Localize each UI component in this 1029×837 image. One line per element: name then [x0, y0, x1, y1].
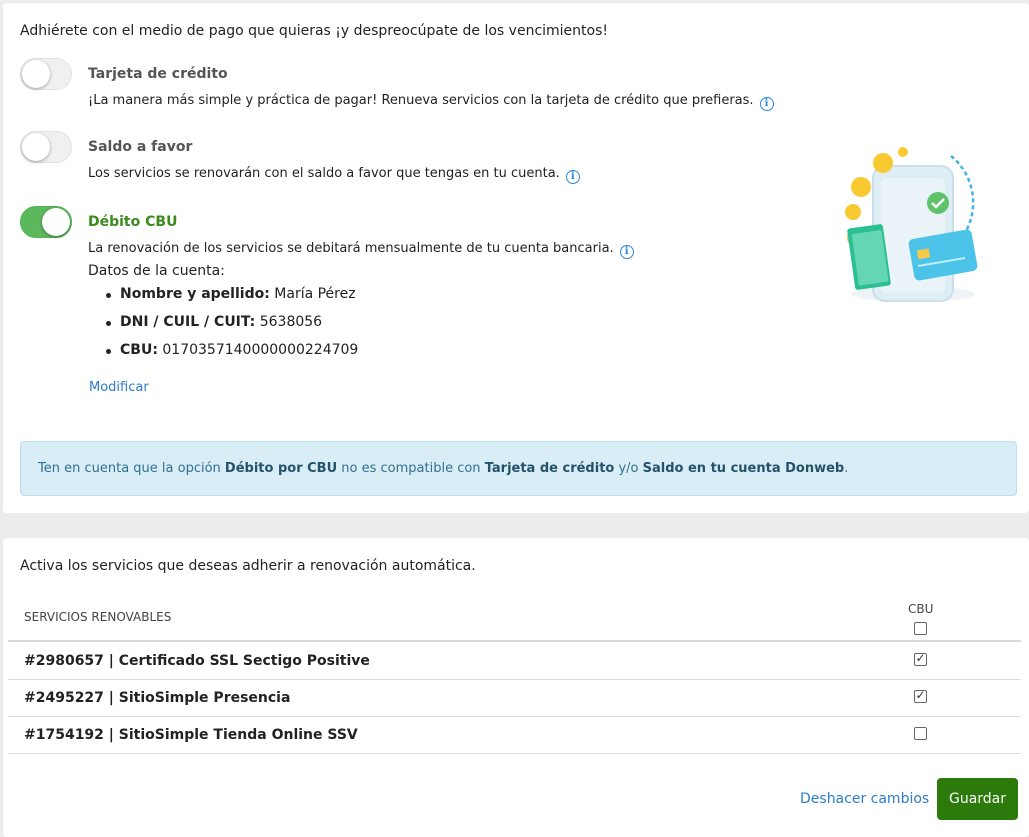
- account-field-dni: DNI / CUIL / CUIT: 5638056: [106, 314, 358, 342]
- service-cbu-checkbox[interactable]: [914, 727, 927, 740]
- service-cbu-checkbox[interactable]: [914, 688, 927, 703]
- payment-methods-card: Adhiérete con el medio de pago que quier…: [3, 3, 1029, 513]
- row-divider: [8, 716, 1021, 717]
- info-icon[interactable]: i: [619, 245, 634, 259]
- cbu-title: Débito CBU: [88, 214, 178, 230]
- service-row-name: #1754192 | SitioSimple Tienda Online SSV: [24, 727, 358, 743]
- row-divider: [8, 753, 1021, 754]
- service-row-name: #2495227 | SitioSimple Presencia: [24, 690, 291, 706]
- cbu-toggle[interactable]: [20, 206, 72, 238]
- credit-card-desc: ¡La manera más simple y práctica de paga…: [88, 93, 774, 111]
- balance-toggle[interactable]: [20, 131, 72, 163]
- service-cbu-checkbox[interactable]: [914, 651, 927, 666]
- save-button[interactable]: Guardar: [937, 778, 1018, 820]
- payment-intro: Adhiérete con el medio de pago que quier…: [20, 23, 608, 39]
- services-card: Activa los servicios que deseas adherir …: [3, 538, 1029, 837]
- services-column-header: SERVICIOS RENOVABLES: [24, 610, 172, 624]
- cbu-desc: La renovación de los servicios se debita…: [88, 241, 634, 259]
- compatibility-notice: Ten en cuenta que la opción Débito por C…: [20, 441, 1017, 496]
- account-fields: Nombre y apellido: María Pérez DNI / CUI…: [106, 286, 358, 370]
- credit-card-toggle[interactable]: [20, 58, 72, 90]
- services-title: Activa los servicios que deseas adherir …: [20, 558, 476, 574]
- cbu-column-header: CBU: [908, 602, 934, 616]
- account-field-cbu: CBU: 0170357140000000224709: [106, 342, 358, 370]
- modify-link[interactable]: Modificar: [89, 380, 149, 395]
- balance-desc: Los servicios se renovarán con el saldo …: [88, 166, 580, 184]
- row-divider: [8, 679, 1021, 680]
- service-row-name: #2980657 | Certificado SSL Sectigo Posit…: [24, 653, 370, 669]
- info-icon[interactable]: i: [759, 97, 774, 111]
- info-icon[interactable]: i: [565, 170, 580, 184]
- balance-title: Saldo a favor: [88, 139, 193, 155]
- credit-card-title: Tarjeta de crédito: [88, 66, 228, 82]
- account-data-label: Datos de la cuenta:: [88, 263, 225, 279]
- account-field-name: Nombre y apellido: María Pérez: [106, 286, 358, 314]
- table-divider: [8, 640, 1021, 642]
- select-all-cbu-checkbox[interactable]: [914, 622, 927, 635]
- payment-illustration-icon: [845, 147, 978, 302]
- undo-changes-link[interactable]: Deshacer cambios: [800, 791, 929, 807]
